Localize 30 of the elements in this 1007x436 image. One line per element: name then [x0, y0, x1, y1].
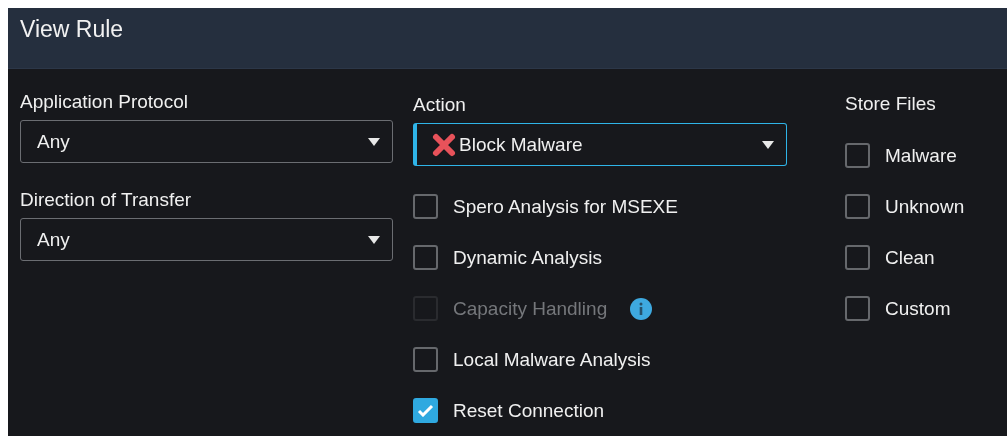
checkbox[interactable] — [845, 143, 870, 168]
field-label: Direction of Transfer — [20, 189, 192, 211]
caret-icon — [762, 140, 774, 149]
field-label: Store Files — [845, 93, 936, 115]
cross-icon — [431, 131, 457, 158]
option-label: Dynamic Analysis — [453, 246, 602, 269]
option-label: Reset Connection — [453, 399, 605, 422]
checkbox[interactable] — [845, 245, 870, 270]
option-label: Malware — [885, 144, 957, 167]
checkbox[interactable] — [413, 194, 438, 219]
option-label: Unknown — [885, 195, 965, 218]
window-title: View Rule — [20, 16, 124, 43]
option-label: Capacity Handling — [453, 297, 608, 320]
option-label: Local Malware Analysis — [453, 348, 651, 371]
option-label: Custom — [885, 297, 951, 320]
option-label: Clean — [885, 246, 935, 269]
checkbox[interactable] — [413, 347, 438, 372]
checkbox[interactable] — [413, 398, 438, 423]
option-label: Spero Analysis for MSEXE — [453, 195, 678, 218]
checkmark-icon — [417, 404, 434, 417]
caret-icon — [368, 137, 380, 146]
dropdown[interactable]: Block Malware — [413, 123, 787, 166]
field-label: Application Protocol — [20, 91, 188, 113]
field-label: Action — [413, 94, 466, 116]
caret-icon — [368, 235, 380, 244]
dropdown[interactable]: Any — [20, 218, 393, 261]
checkbox[interactable] — [845, 296, 870, 321]
dropdown[interactable]: Any — [20, 120, 393, 163]
checkbox[interactable] — [845, 194, 870, 219]
checkbox[interactable] — [413, 245, 438, 270]
